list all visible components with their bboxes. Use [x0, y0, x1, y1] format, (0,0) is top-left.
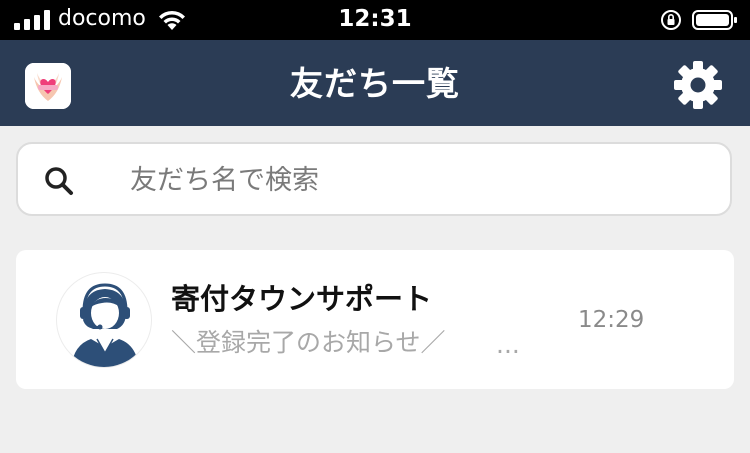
status-time: 12:31 [338, 6, 412, 32]
status-bar: docomo 12:31 [0, 0, 750, 40]
search-bar [16, 142, 732, 216]
search-icon [45, 167, 73, 195]
support-operator-avatar [56, 272, 152, 368]
friend-list-item[interactable]: 寄付タウンサポート ＼登録完了のお知らせ／ ... 12:29 [16, 250, 734, 389]
app-header: 友だち一覧 [0, 40, 750, 126]
rotation-lock-icon [661, 10, 681, 30]
search-input[interactable] [128, 156, 692, 204]
gear-icon[interactable] [673, 60, 723, 110]
friend-message-time: 12:29 [578, 307, 645, 333]
friend-name: 寄付タウンサポート [171, 282, 433, 316]
page-title: 友だち一覧 [290, 64, 460, 103]
message-truncation: ... [496, 330, 520, 359]
friend-last-message: ＼登録完了のお知らせ／ [171, 328, 446, 357]
battery-icon [692, 10, 737, 30]
